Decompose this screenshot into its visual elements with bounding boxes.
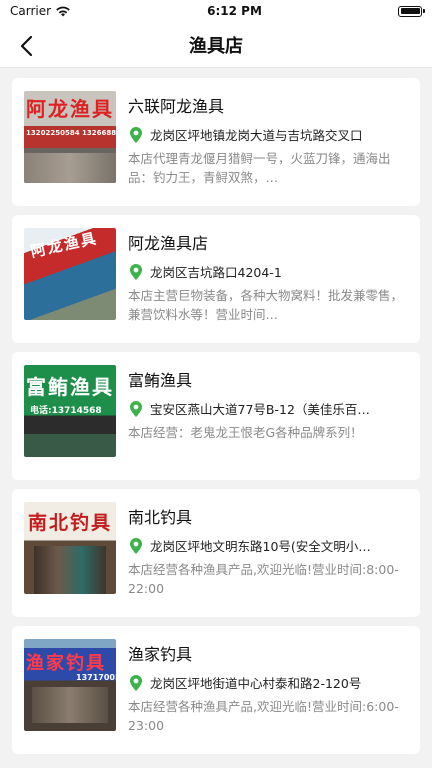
shop-sign-phone: 电话:13714568 xyxy=(30,406,102,416)
chevron-left-icon xyxy=(20,35,33,57)
shop-sign-text: 渔家钓具 xyxy=(26,653,106,674)
shop-card[interactable]: 阿龙渔具 阿龙渔具店 龙岗区吉坑路口4204-1 本店主营巨物装备，各种大物窝料… xyxy=(12,215,420,343)
shop-photo: 渔家钓具 13717005 xyxy=(24,639,116,731)
shop-description: 本店经营各种渔具产品,欢迎光临!营业时间:8:00-22:00 xyxy=(128,562,399,596)
shop-list: 阿龙渔具 13202250584 13266883996 六联阿龙渔具 龙岗区坪… xyxy=(0,68,432,754)
location-pin-icon xyxy=(130,537,142,554)
shop-sign-text: 南北钓具 xyxy=(28,512,113,534)
shop-card[interactable]: 南北钓具 南北钓具 龙岗区坪地文明东路10号(安全文明小… 本店经营各种渔具产品… xyxy=(12,489,420,617)
back-button[interactable] xyxy=(12,32,40,60)
shop-address: 龙岗区坪地文明东路10号(安全文明小… xyxy=(128,536,408,555)
status-bar: Carrier 6:12 PM xyxy=(0,0,432,22)
shop-sign-text: 阿龙渔具 xyxy=(28,229,100,261)
shop-name: 六联阿龙渔具 xyxy=(128,97,225,116)
nav-bar: 渔具店 xyxy=(0,22,432,68)
location-pin-icon xyxy=(130,263,142,280)
shop-photo: 阿龙渔具 13202250584 13266883996 xyxy=(24,91,116,183)
shop-sign-text: 富鲔渔具 xyxy=(26,375,114,399)
shop-address-text: 龙岗区吉坑路口4204-1 xyxy=(150,265,282,280)
location-pin-icon xyxy=(130,126,142,143)
shop-photo: 阿龙渔具 xyxy=(24,228,116,320)
shop-address: 龙岗区坪地街道中心村泰和路2-120号 xyxy=(128,673,408,692)
carrier-label: Carrier xyxy=(10,4,52,18)
shop-description: 本店代理青龙偃月猎鲟一号，火蓝刀锋，通海出品：钓力王，青鲟双煞，… xyxy=(128,151,391,185)
shop-description: 本店经营：老鬼龙王恨老G各种品牌系列！ xyxy=(128,425,363,440)
shop-card[interactable]: 渔家钓具 13717005 渔家钓具 龙岗区坪地街道中心村泰和路2-120号 本… xyxy=(12,626,420,754)
location-pin-icon xyxy=(130,400,142,417)
shop-sign-phone: 13717005 xyxy=(76,673,116,682)
page-title: 渔具店 xyxy=(189,35,243,57)
shop-description: 本店主营巨物装备，各种大物窝料！批发兼零售，兼营饮料水等！营业时间… xyxy=(128,288,404,322)
shop-name: 阿龙渔具店 xyxy=(128,234,209,253)
battery-icon xyxy=(398,5,425,17)
shop-photo: 富鲔渔具 电话:13714568 xyxy=(24,365,116,457)
shop-address-text: 龙岗区坪地街道中心村泰和路2-120号 xyxy=(150,676,362,691)
clock: 6:12 PM xyxy=(207,4,262,18)
shop-photo: 南北钓具 xyxy=(24,502,116,594)
shop-name: 南北钓具 xyxy=(128,508,193,527)
shop-address-text: 龙岗区坪地镇龙岗大道与吉坑路交叉口 xyxy=(150,128,363,143)
shop-name: 富鲔渔具 xyxy=(128,371,193,390)
shop-sign-text: 阿龙渔具 xyxy=(26,97,114,121)
shop-address-text: 龙岗区坪地文明东路10号(安全文明小… xyxy=(150,539,371,554)
shop-name: 渔家钓具 xyxy=(128,645,193,664)
location-pin-icon xyxy=(130,674,142,691)
shop-card[interactable]: 富鲔渔具 电话:13714568 富鲔渔具 宝安区燕山大道77号B-12（美佳乐… xyxy=(12,352,420,480)
shop-address: 宝安区燕山大道77号B-12（美佳乐百… xyxy=(128,399,408,418)
shop-sign-phone: 13202250584 13266883996 xyxy=(26,129,116,137)
shop-description: 本店经营各种渔具产品,欢迎光临!营业时间:6:00-23:00 xyxy=(128,699,399,733)
wifi-icon xyxy=(56,6,70,17)
shop-address: 龙岗区吉坑路口4204-1 xyxy=(128,262,408,281)
shop-card[interactable]: 阿龙渔具 13202250584 13266883996 六联阿龙渔具 龙岗区坪… xyxy=(12,78,420,206)
carrier-group: Carrier xyxy=(10,4,71,18)
shop-address-text: 宝安区燕山大道77号B-12（美佳乐百… xyxy=(150,402,370,417)
shop-address: 龙岗区坪地镇龙岗大道与吉坑路交叉口 xyxy=(128,125,408,144)
